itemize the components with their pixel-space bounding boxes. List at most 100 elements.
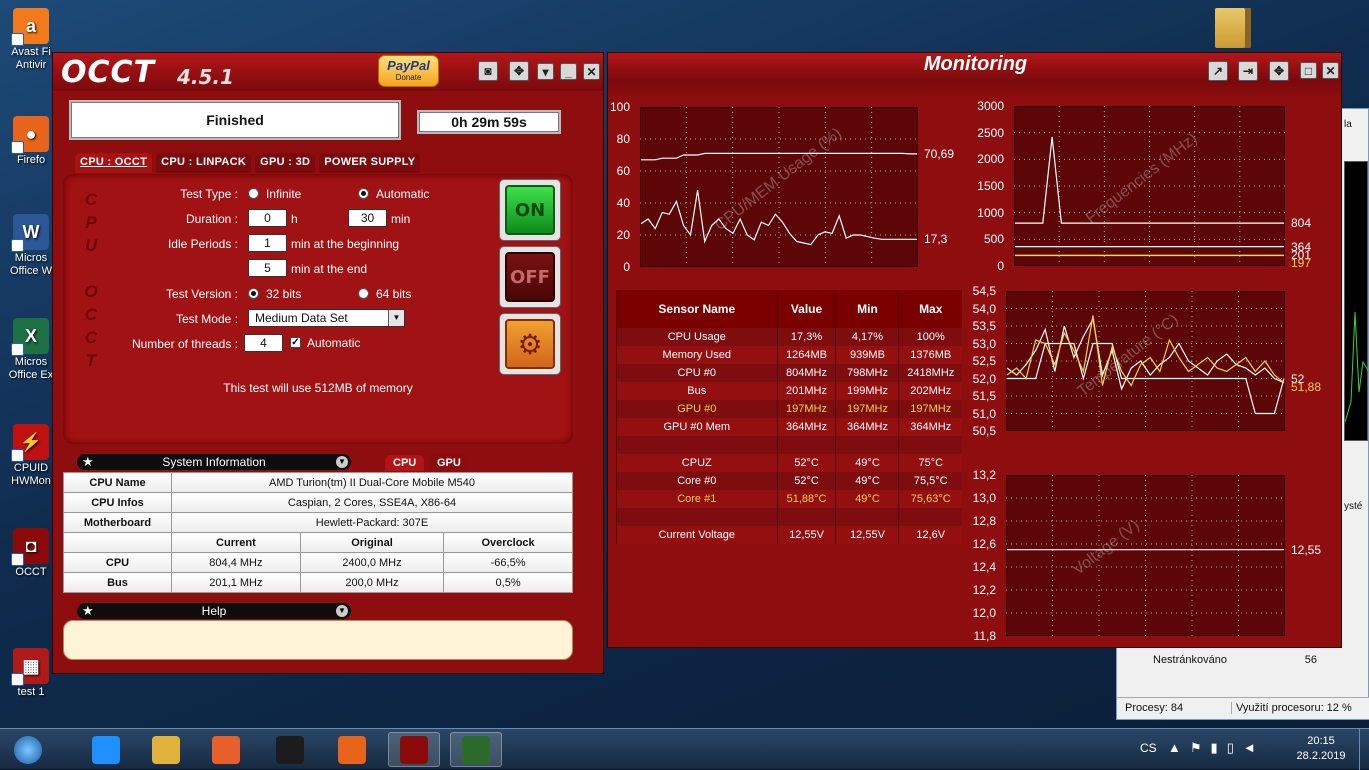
sensor-cell: 1264MB (776, 346, 836, 364)
threads-input[interactable]: 4 (244, 334, 283, 352)
sensor-row (616, 508, 962, 526)
sensor-header: Value (776, 290, 836, 328)
clock-row: Bus 201,1 MHz 200,0 MHz 0,5% (63, 572, 573, 593)
sysinfo-tab-cpu[interactable]: CPU (385, 455, 425, 471)
clock-cell: CPU (63, 552, 172, 573)
taskbar-start-button[interactable] (2, 732, 54, 767)
test-mode-value: Medium Data Set (255, 311, 348, 325)
sensor-header: Min (835, 290, 899, 328)
help-header[interactable]: ★ Help ▼ (77, 603, 351, 619)
tray-icons: ▲⚑▮▯◄ (1168, 740, 1265, 756)
y-tick-label: 80 (616, 132, 630, 146)
duration-minutes-input[interactable]: 30 (348, 209, 387, 227)
sensor-cell (776, 436, 836, 454)
sensor-cell: Memory Used (616, 346, 778, 364)
sensor-row: CPUZ 52°C 49°C 75°C (616, 454, 962, 472)
sensor-cell: 100% (898, 328, 962, 346)
clock-header: Overclock (443, 532, 573, 553)
vertical-letter: P (85, 213, 97, 232)
y-tick-label: 12,2 (972, 583, 996, 597)
camera-icon: ◙ (484, 64, 492, 78)
paypal-donate-button[interactable]: PayPal Donate (378, 55, 439, 87)
taskbar-file-explorer-button[interactable] (140, 732, 192, 767)
sensor-row: CPU Usage 17,3% 4,17% 100% (616, 328, 962, 346)
cpu-history-graph (1344, 311, 1369, 463)
dock-icon: ⇥ (1242, 64, 1254, 78)
sensor-cell: 364MHz (835, 418, 899, 436)
sensor-cell (835, 436, 899, 454)
taskbar-task-manager-button[interactable] (450, 732, 502, 767)
occt-titlebar[interactable]: OCCT 4.5.1 PayPal Donate ◙ ✥ ▾ _ ✕ (53, 53, 603, 91)
radio-infinite[interactable] (248, 188, 259, 199)
sysinfo-row: CPU Infos Caspian, 2 Cores, SSE4A, X86-64 (63, 492, 573, 513)
voltage-chart: 13,2 13,0 12,8 12,6 12,4 12,2 12,0 11,8 Voltage … (973, 468, 1321, 643)
sensor-cell: 17,3% (776, 328, 836, 346)
idle-end-input[interactable]: 5 (248, 259, 287, 277)
graph-view-button[interactable]: ↗ (1208, 61, 1228, 81)
threads-auto-checkbox[interactable]: ✓ (290, 337, 301, 348)
on-button[interactable]: ON (499, 179, 561, 241)
sensor-row: Core #1 51,88°C 49°C 75,63°C (616, 490, 962, 508)
duration-hours-input[interactable]: 0 (248, 209, 287, 227)
clock-header: Current (171, 532, 301, 553)
sensor-cell: GPU #0 (616, 400, 778, 418)
network-icon[interactable]: ▮ (1211, 740, 1227, 755)
task-manager-side-item: la (1344, 119, 1352, 130)
firefox-icon (338, 735, 366, 764)
screenshot-button[interactable]: ◙ (478, 61, 498, 81)
idle-begin-input[interactable]: 1 (248, 234, 287, 252)
minimize-button[interactable]: _ (560, 63, 577, 80)
chevron-down-icon: ▼ (388, 310, 404, 326)
dock-button[interactable]: ⇥ (1238, 61, 1258, 81)
taskbar-internet-explorer-button[interactable] (80, 732, 132, 767)
taskbar-media-player-button[interactable] (200, 732, 252, 767)
monitoring-titlebar[interactable]: Monitoring ↗ ⇥ ✥ □ ✕ (608, 53, 1341, 99)
taskbar-hp-button[interactable] (264, 732, 316, 767)
flag-icon[interactable]: ⚑ (1190, 740, 1211, 755)
series-end-label: 804 (1291, 216, 1312, 231)
tab-cpu-linpack[interactable]: CPU : LINPACK (156, 153, 252, 173)
tray-arrow-icon[interactable]: ▲ (1168, 740, 1190, 755)
settings-button[interactable]: ⚙ (499, 313, 561, 375)
radio-32-bits[interactable] (248, 288, 259, 299)
tab-gpu-3d[interactable]: GPU : 3D (255, 153, 316, 173)
volume-icon[interactable]: ◄ (1243, 740, 1265, 755)
taskbar-firefox-button[interactable] (326, 732, 378, 767)
task-manager-icon (462, 735, 490, 764)
sensor-cell: 197MHz (835, 400, 899, 418)
y-tick-label: 12,0 (972, 606, 996, 620)
show-desktop-button[interactable] (1359, 729, 1369, 770)
hp-icon (276, 735, 304, 764)
test-mode-select[interactable]: Medium Data Set ▼ (248, 309, 405, 327)
maximize-button[interactable]: □ (1300, 62, 1317, 79)
sensor-table: Sensor Name Value Min Max CPU Usage 17,3% 4,17… (616, 290, 962, 544)
radio-automatic[interactable] (358, 188, 369, 199)
battery-icon[interactable]: ▯ (1227, 740, 1243, 755)
chevron-down-icon: ▼ (336, 605, 348, 617)
internet-explorer-icon (92, 735, 120, 764)
off-button[interactable]: OFF (499, 246, 561, 308)
sensor-cell: 12,55V (835, 526, 899, 544)
sensor-cell: 75,63°C (898, 490, 962, 508)
close-button[interactable]: ✕ (1322, 62, 1339, 79)
close-button[interactable]: ✕ (583, 63, 600, 80)
radio-64-bits[interactable] (358, 288, 369, 299)
y-tick-label: 54,5 (972, 284, 996, 298)
clock-cell: Bus (63, 572, 172, 593)
clock-time: 20:15 (1307, 735, 1335, 747)
sensor-row: CPU #0 804MHz 798MHz 2418MHz (616, 364, 962, 382)
language-indicator[interactable]: CS (1140, 741, 1157, 755)
tab-power-supply[interactable]: POWER SUPPLY (319, 153, 421, 173)
sensor-cell: 197MHz (776, 400, 836, 418)
taskbar-occt-button[interactable] (388, 732, 440, 767)
clock[interactable]: 20:15 28.2.2019 (1290, 734, 1352, 764)
system-information-header[interactable]: ★ System Information ▼ (77, 454, 351, 470)
move-button[interactable]: ✥ (509, 61, 529, 81)
folder-icon[interactable] (1215, 8, 1251, 48)
dropdown-button[interactable]: ▾ (537, 63, 554, 80)
move-button[interactable]: ✥ (1269, 61, 1289, 81)
sensor-row: Bus 201MHz 199MHz 202MHz (616, 382, 962, 400)
tab-cpu-occt[interactable]: CPU : OCCT (75, 153, 153, 173)
clock-cell: 201,1 MHz (171, 572, 301, 593)
sysinfo-tab-gpu[interactable]: GPU (429, 455, 469, 471)
